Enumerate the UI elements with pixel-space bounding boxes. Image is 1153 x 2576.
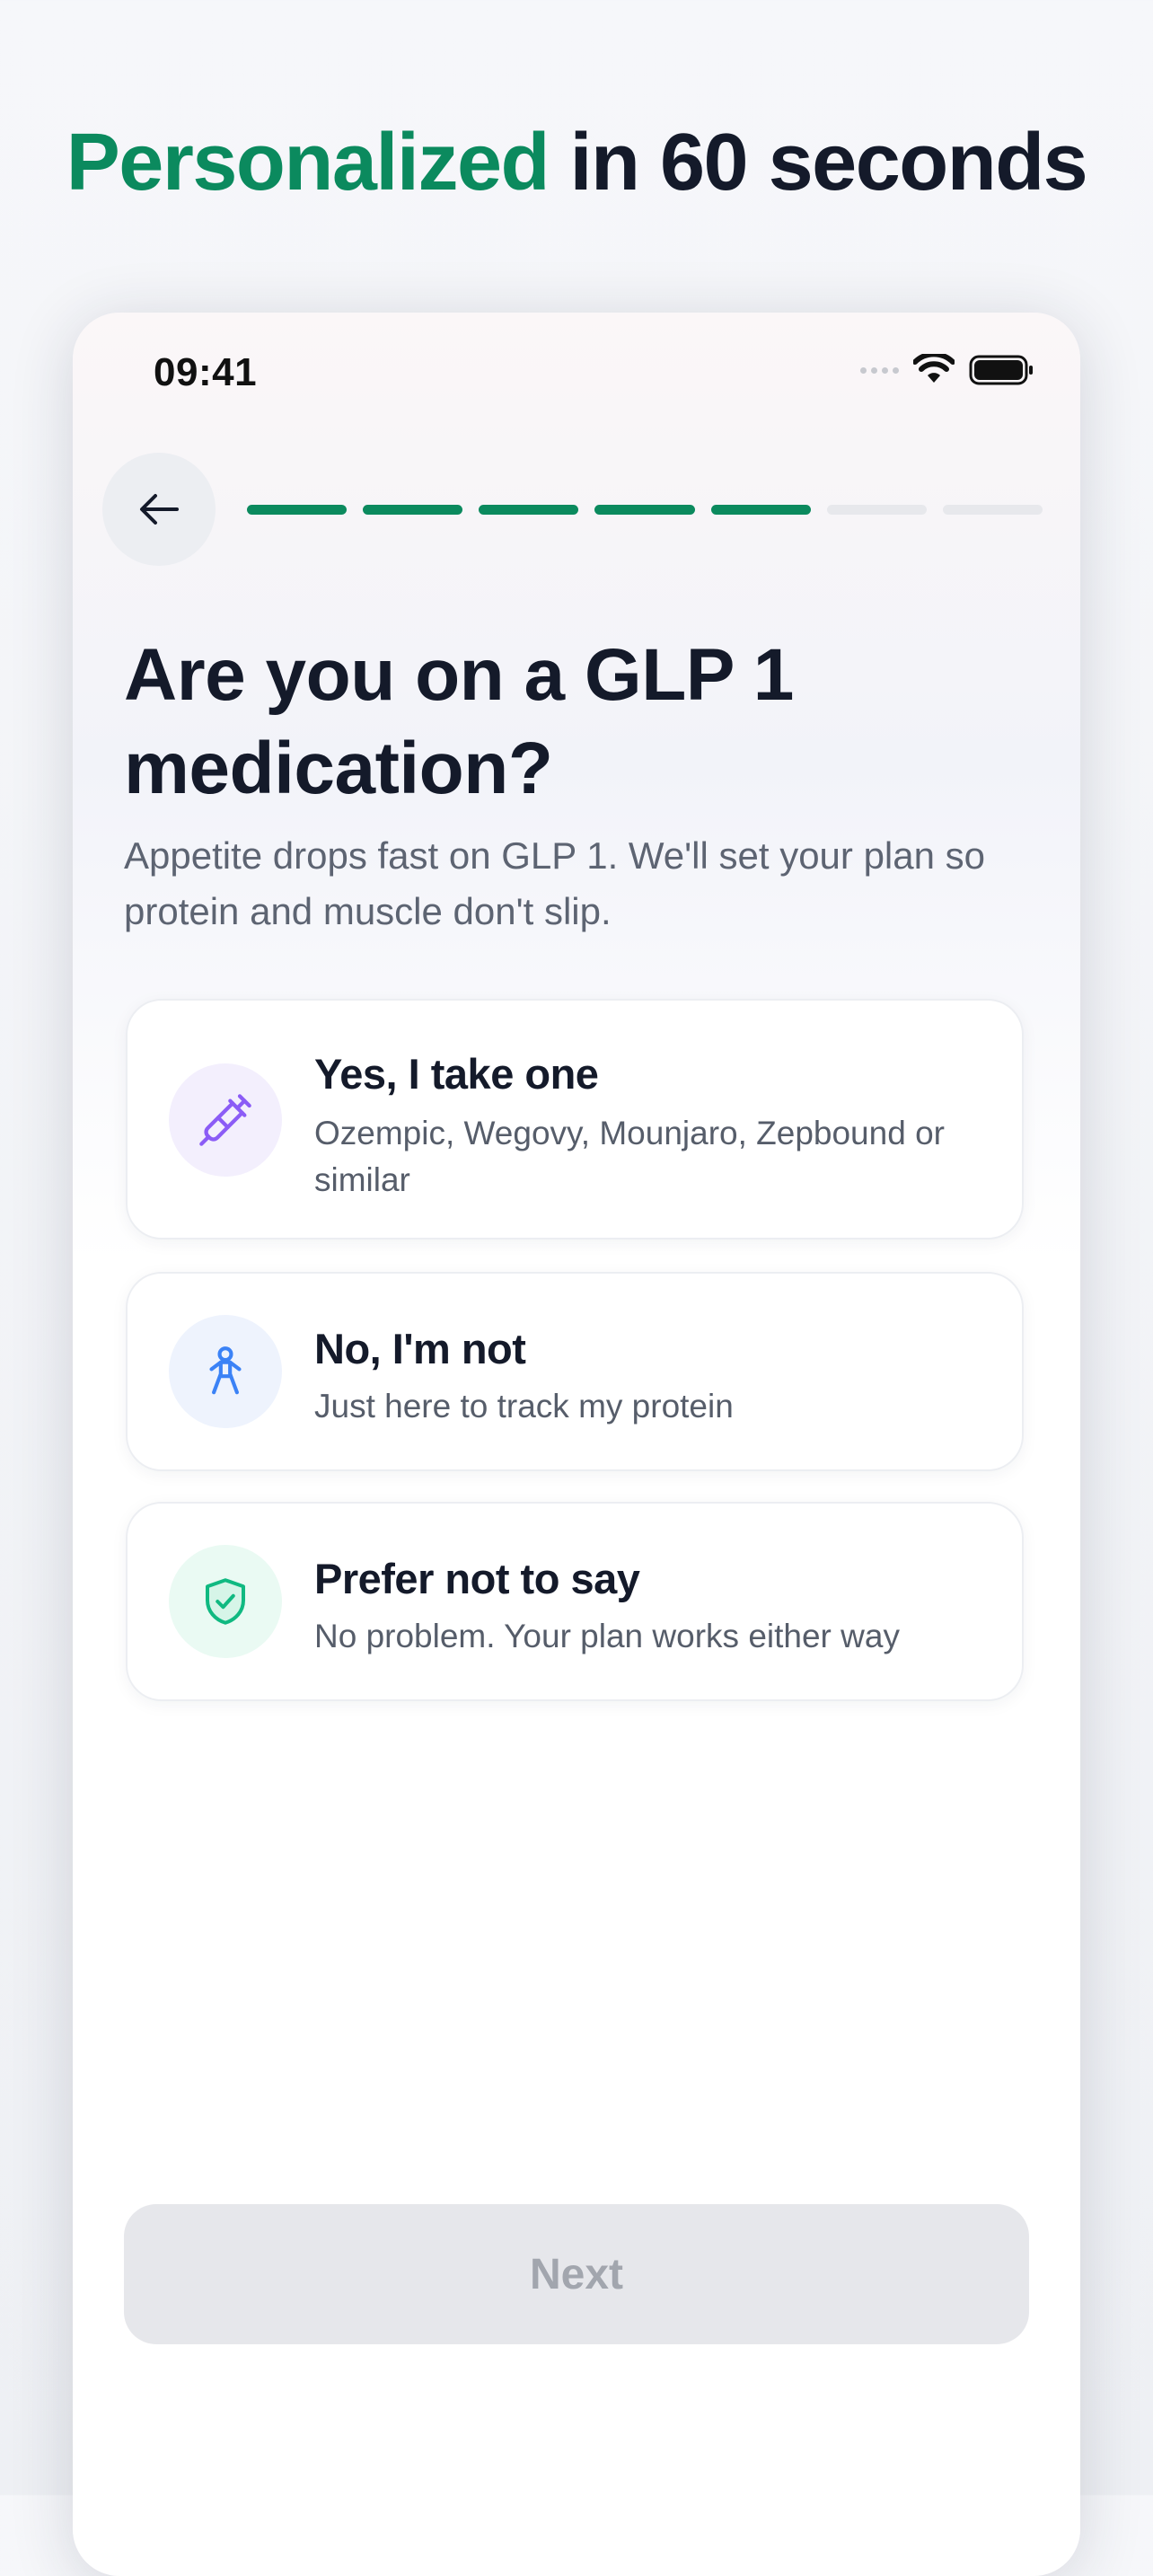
option-description: Just here to track my protein [314,1388,734,1425]
status-time: 09:41 [154,350,258,394]
option-yes[interactable]: Yes, I take one Ozempic, Wegovy, Mounjar… [126,999,1024,1239]
option-title: No, I'm not [314,1325,526,1372]
headline-accent: Personalized [66,118,550,207]
battery-icon [969,355,1033,385]
person-icon-wrap [169,1315,282,1428]
progress-segment-pending [942,505,1043,515]
option-prefer-not[interactable]: Prefer not to say No problem. Your plan … [126,1502,1024,1701]
option-description: No problem. Your plan works either way [314,1618,900,1654]
syringe-icon [199,1094,251,1146]
progress-segment-complete [479,505,579,515]
progress-segment-complete [363,505,463,515]
status-icons [860,354,1034,386]
option-title: Prefer not to say [314,1555,640,1602]
wifi-icon [913,354,955,383]
option-description: Ozempic, Wegovy, Mounjaro, Zepbound or s… [314,1115,945,1198]
progress-bar [247,505,1043,515]
question-title: Are you on a GLP 1 medication? [124,634,794,809]
shield-icon-wrap [169,1545,282,1658]
next-button[interactable]: Next [124,2204,1029,2344]
option-no[interactable]: No, I'm not Just here to track my protei… [126,1272,1024,1471]
progress-segment-complete [710,505,811,515]
progress-segment-complete [594,505,695,515]
syringe-icon-wrap [169,1063,282,1177]
promo-headline: Personalized in 60 seconds [0,122,1153,203]
progress-segment-complete [247,505,348,515]
signal-icon [860,366,899,374]
shield-check-icon [206,1578,245,1625]
progress-segment-pending [826,505,927,515]
option-title: Yes, I take one [314,1050,599,1098]
phone-screen: 09:41 Are you on a GLP 1 medication? App… [73,313,1080,2576]
headline-rest: in 60 seconds [548,118,1087,207]
back-button[interactable] [102,453,216,566]
question-subtitle: Appetite drops fast on GLP 1. We'll set … [124,834,986,932]
arrow-left-icon [140,494,179,525]
person-icon [209,1346,242,1395]
